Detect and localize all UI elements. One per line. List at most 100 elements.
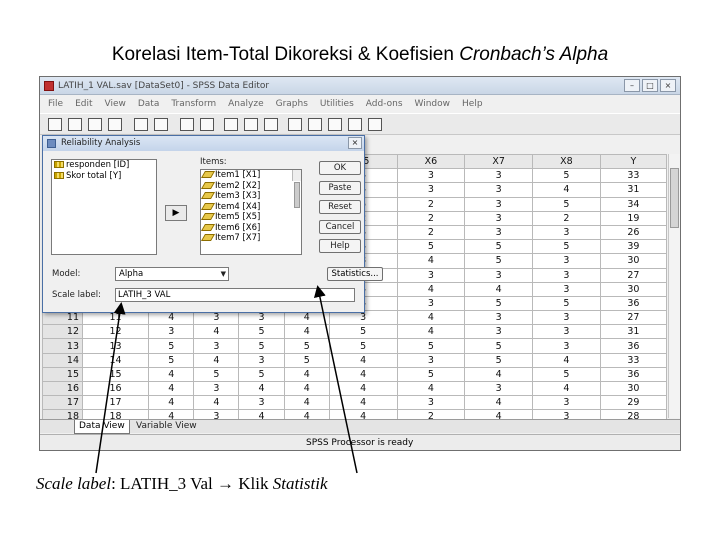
data-cell[interactable]: 27 <box>599 267 668 283</box>
data-cell[interactable]: 5 <box>148 352 195 368</box>
print-icon[interactable] <box>88 118 102 131</box>
data-cell[interactable]: 3 <box>396 295 466 312</box>
data-cell[interactable]: 4 <box>283 366 330 383</box>
data-cell[interactable]: 3 <box>193 380 240 397</box>
goto-case-icon[interactable] <box>180 118 194 131</box>
data-cell[interactable]: 3 <box>532 281 601 297</box>
data-cell[interactable]: 4 <box>396 324 466 340</box>
menu-file[interactable]: File <box>48 96 63 112</box>
data-cell[interactable]: 3 <box>532 338 601 354</box>
data-cell[interactable]: 4 <box>396 253 466 269</box>
items-list-scrollbar[interactable] <box>292 170 301 208</box>
redo-icon[interactable] <box>154 118 168 131</box>
data-cell[interactable]: 5 <box>464 239 534 255</box>
data-cell[interactable]: 4 <box>238 380 285 397</box>
data-cell[interactable]: 31 <box>599 182 668 198</box>
data-cell[interactable]: 5 <box>464 338 534 354</box>
undo-icon[interactable] <box>134 118 148 131</box>
open-file-icon[interactable] <box>48 118 62 131</box>
data-cell[interactable]: 3 <box>396 168 466 184</box>
data-cell[interactable]: 4 <box>328 366 398 383</box>
close-button[interactable]: × <box>660 79 676 92</box>
data-cell[interactable]: 5 <box>532 366 601 383</box>
data-cell[interactable]: 13 <box>81 338 150 354</box>
source-variable-list[interactable]: responden [ID] Skor total [Y] <box>51 159 157 255</box>
column-header-x7[interactable]: X7 <box>464 153 534 170</box>
data-cell[interactable]: 3 <box>148 324 195 340</box>
data-cell[interactable]: 27 <box>599 310 668 326</box>
find-icon[interactable] <box>224 118 238 131</box>
data-cell[interactable]: 19 <box>599 210 668 226</box>
menu-addons[interactable]: Add-ons <box>366 96 403 112</box>
data-cell[interactable]: 5 <box>532 239 601 255</box>
data-cell[interactable]: 30 <box>599 281 668 297</box>
menu-analyze[interactable]: Analyze <box>228 96 263 112</box>
save-icon[interactable] <box>68 118 82 131</box>
data-cell[interactable]: 16 <box>81 380 150 397</box>
data-cell[interactable]: 36 <box>599 295 668 312</box>
help-button[interactable]: Help <box>319 239 361 253</box>
data-cell[interactable]: 5 <box>283 338 330 354</box>
data-cell[interactable]: 39 <box>599 239 668 255</box>
data-cell[interactable]: 4 <box>464 281 534 297</box>
menu-window[interactable]: Window <box>415 96 451 112</box>
minimize-button[interactable]: – <box>624 79 640 92</box>
data-cell[interactable]: 4 <box>148 395 195 411</box>
menu-utilities[interactable]: Utilities <box>320 96 354 112</box>
data-cell[interactable]: 3 <box>464 182 534 198</box>
weight-cases-icon[interactable] <box>308 118 322 131</box>
data-cell[interactable]: 4 <box>396 380 466 397</box>
data-cell[interactable]: 17 <box>81 395 150 411</box>
data-cell[interactable]: 2 <box>396 196 466 212</box>
data-cell[interactable]: 3 <box>464 324 534 340</box>
data-cell[interactable]: 30 <box>599 380 668 397</box>
use-sets-icon[interactable] <box>368 118 382 131</box>
row-number[interactable]: 15 <box>42 366 83 383</box>
row-number[interactable]: 17 <box>42 395 83 411</box>
data-cell[interactable]: 34 <box>599 196 668 212</box>
dialog-recall-icon[interactable] <box>108 118 122 131</box>
tab-data-view[interactable]: Data View <box>74 420 130 434</box>
column-header-y[interactable]: Y <box>599 153 668 170</box>
data-cell[interactable]: 5 <box>238 338 285 354</box>
row-number[interactable]: 12 <box>42 324 83 340</box>
data-cell[interactable]: 4 <box>532 380 601 397</box>
scale-label-input[interactable]: LATIH_3 VAL <box>115 288 355 302</box>
data-cell[interactable]: 4 <box>532 352 601 368</box>
data-cell[interactable]: 2 <box>396 224 466 241</box>
list-item[interactable]: Item3 [X3] <box>201 191 301 202</box>
data-cell[interactable]: 4 <box>464 366 534 383</box>
move-to-items-button[interactable]: ▶ <box>165 205 187 221</box>
variables-icon[interactable] <box>200 118 214 131</box>
column-header-x6[interactable]: X6 <box>396 153 466 170</box>
data-cell[interactable]: 33 <box>599 352 668 368</box>
data-cell[interactable]: 3 <box>464 210 534 226</box>
data-cell[interactable]: 5 <box>328 338 398 354</box>
data-cell[interactable]: 5 <box>464 253 534 269</box>
data-cell[interactable]: 5 <box>148 338 195 354</box>
data-cell[interactable]: 3 <box>532 253 601 269</box>
dialog-close-icon[interactable]: × <box>348 137 362 149</box>
row-number[interactable]: 14 <box>42 352 83 368</box>
statistics-button[interactable]: Statistics... <box>327 267 383 281</box>
tab-variable-view[interactable]: Variable View <box>132 420 201 434</box>
data-cell[interactable]: 3 <box>464 196 534 212</box>
scroll-thumb[interactable] <box>670 168 679 228</box>
row-number[interactable]: 13 <box>42 338 83 354</box>
insert-cases-icon[interactable] <box>244 118 258 131</box>
data-cell[interactable]: 5 <box>532 168 601 184</box>
data-cell[interactable]: 3 <box>464 380 534 397</box>
data-cell[interactable]: 3 <box>464 168 534 184</box>
menu-graphs[interactable]: Graphs <box>276 96 308 112</box>
data-cell[interactable]: 5 <box>238 324 285 340</box>
data-cell[interactable]: 4 <box>328 395 398 411</box>
data-cell[interactable]: 5 <box>532 196 601 212</box>
data-cell[interactable]: 5 <box>238 366 285 383</box>
data-cell[interactable]: 4 <box>283 324 330 340</box>
data-cell[interactable]: 4 <box>148 366 195 383</box>
list-item[interactable]: Skor total [Y] <box>52 171 156 182</box>
data-cell[interactable]: 4 <box>328 380 398 397</box>
data-cell[interactable]: 4 <box>328 352 398 368</box>
column-header-x8[interactable]: X8 <box>532 153 601 170</box>
data-cell[interactable]: 3 <box>464 310 534 326</box>
